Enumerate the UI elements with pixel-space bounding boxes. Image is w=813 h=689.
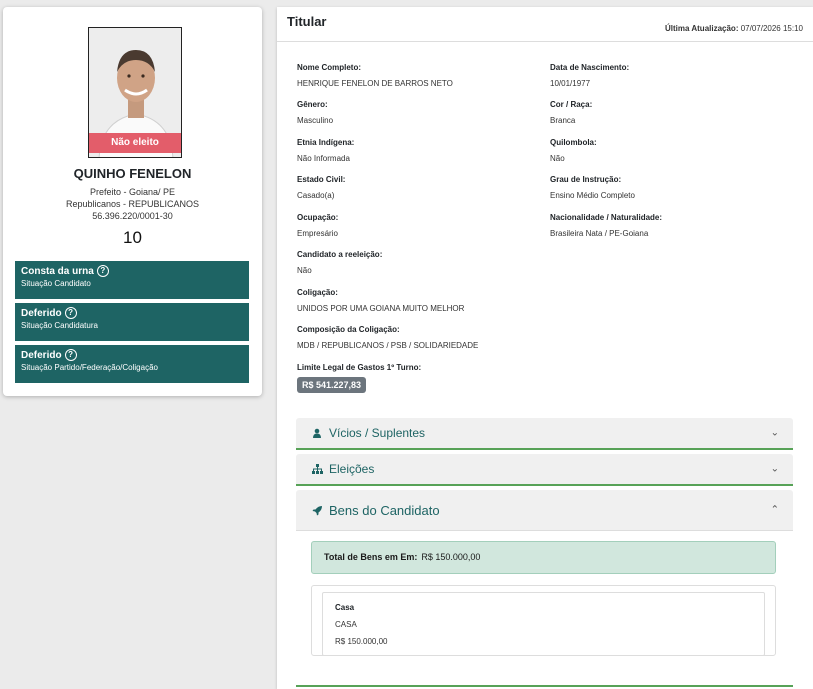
bens-body: Total de Bens em Em: R$ 150.000,00 Casa C… — [296, 531, 793, 687]
panel-header: Titular Última Atualização: 07/07/2026 1… — [277, 7, 813, 42]
field-value: Branca — [550, 116, 576, 125]
field-limite: Limite Legal de Gastos 1º Turno: R$ 541.… — [297, 362, 421, 393]
candidate-office: Prefeito - Goiana/ PE — [89, 187, 176, 197]
help-icon[interactable]: ? — [64, 307, 77, 319]
chevron-down-icon: ⌄ — [770, 463, 779, 475]
field-label: Candidato a reeleição: — [297, 250, 383, 259]
last-update-label: Última Atualização: — [664, 24, 739, 33]
field-label: Estado Civil: — [297, 175, 346, 184]
total-bens-alert: Total de Bens em Em: R$ 150.000,00 — [311, 541, 776, 574]
status-subtitle: Situação Candidatura — [21, 321, 98, 330]
field-value: Não Informada — [297, 154, 350, 163]
field-label: Cor / Raça: — [550, 100, 593, 109]
candidate-party: Republicanos - REPUBLICANOS — [65, 199, 200, 209]
total-bens-label: Total de Bens em Em: — [324, 552, 418, 562]
last-update: Última Atualização: 07/07/2026 15:10 — [665, 24, 803, 33]
candidate-photo: Não eleito — [88, 27, 182, 158]
page-title: Titular — [287, 14, 327, 29]
field-etnia: Etnia Indígena: Não Informada — [297, 137, 354, 165]
bem-value: R$ 150.000,00 — [335, 637, 388, 646]
field-nome: Nome Completo: HENRIQUE FENELON DE BARRO… — [297, 62, 453, 90]
field-label: Gênero: — [297, 100, 328, 109]
field-label: Coligação: — [297, 288, 338, 297]
sitemap-icon — [311, 463, 323, 475]
field-genero: Gênero: Masculino — [297, 99, 333, 127]
status-box-candidate: Consta da urna? Situação Candidato — [15, 261, 249, 299]
field-value: MDB / REPUBLICANOS / PSB / SOLIDARIEDADE — [297, 341, 479, 350]
field-label: Grau de Instrução: — [550, 175, 622, 184]
bem-title: Casa — [335, 603, 355, 612]
spending-limit-badge: R$ 541.227,83 — [297, 377, 367, 393]
help-icon[interactable]: ? — [96, 265, 109, 277]
chevron-down-icon: ⌄ — [770, 427, 779, 439]
status-subtitle: Situação Candidato — [21, 279, 91, 288]
field-value: UNIDOS POR UMA GOIANA MUITO MELHOR — [297, 304, 465, 313]
field-label: Etnia Indígena: — [297, 138, 355, 147]
chevron-up-icon: ⌃ — [770, 504, 779, 516]
field-label: Quilombola: — [550, 138, 597, 147]
help-icon[interactable]: ? — [64, 349, 77, 361]
field-value: Não — [297, 266, 312, 275]
field-composicao: Composição da Coligação: MDB / REPUBLICA… — [297, 324, 478, 352]
field-instrucao: Grau de Instrução: Ensino Médio Completo — [550, 174, 635, 202]
accordion-label: Bens do Candidato — [329, 502, 440, 518]
bens-list: Casa CASA R$ 150.000,00 — [311, 585, 776, 656]
candidate-card: Não eleito QUINHO FENELON Prefeito - Goi… — [3, 7, 262, 396]
accordion-label: Vícios / Suplentes — [329, 426, 426, 440]
accordion-bens[interactable]: Bens do Candidato ⌃ — [296, 490, 793, 531]
field-value: Ensino Médio Completo — [550, 191, 635, 200]
status-subtitle: Situação Partido/Federação/Coligação — [21, 363, 158, 372]
field-value: Não — [550, 154, 565, 163]
rocket-icon — [311, 504, 323, 516]
candidate-cnpj: 56.396.220/0001-30 — [92, 211, 173, 221]
field-reeleicao: Candidato a reeleição: Não — [297, 249, 382, 277]
field-coligacao: Coligação: UNIDOS POR UMA GOIANA MUITO M… — [297, 287, 464, 315]
candidate-number: 10 — [123, 228, 142, 247]
field-value: Brasileira Nata / PE-Goiana — [550, 229, 649, 238]
field-quilombola: Quilombola: Não — [550, 137, 597, 165]
list-item: Casa CASA R$ 150.000,00 — [322, 592, 765, 656]
field-nascimento: Data de Nascimento: 10/01/1977 — [550, 62, 629, 90]
field-value: HENRIQUE FENELON DE BARROS NETO — [297, 79, 453, 88]
bem-description: CASA — [335, 620, 357, 629]
total-bens-value: R$ 150.000,00 — [421, 552, 481, 562]
field-value: 10/01/1977 — [550, 79, 591, 88]
field-value: Masculino — [297, 116, 334, 125]
status-title: Deferido — [21, 307, 62, 319]
field-label: Nacionalidade / Naturalidade: — [550, 213, 663, 222]
field-value: Casado(a) — [297, 191, 335, 200]
field-nacionalidade: Nacionalidade / Naturalidade: Brasileira… — [550, 212, 662, 240]
field-label: Data de Nascimento: — [550, 63, 630, 72]
field-label: Nome Completo: — [297, 63, 361, 72]
field-label: Limite Legal de Gastos 1º Turno: — [297, 363, 422, 372]
status-title: Consta da urna — [21, 265, 94, 277]
candidate-name: QUINHO FENELON — [73, 166, 192, 181]
accordion-label: Eleições — [329, 462, 375, 476]
accordion-eleicoes[interactable]: Eleições ⌄ — [296, 454, 793, 486]
status-box-party: Deferido? Situação Partido/Federação/Col… — [15, 345, 249, 383]
status-title: Deferido — [21, 349, 62, 361]
field-label: Composição da Coligação: — [297, 325, 400, 334]
user-icon — [311, 427, 323, 439]
last-update-value: 07/07/2026 15:10 — [740, 24, 803, 33]
field-ocupacao: Ocupação: Empresário — [297, 212, 338, 240]
status-box-candidacy: Deferido? Situação Candidatura — [15, 303, 249, 341]
main-panel: Titular Última Atualização: 07/07/2026 1… — [277, 7, 813, 689]
field-value: Empresário — [297, 229, 338, 238]
field-label: Ocupação: — [297, 213, 339, 222]
field-estado-civil: Estado Civil: Casado(a) — [297, 174, 345, 202]
field-cor: Cor / Raça: Branca — [550, 99, 592, 127]
accordion-vicios[interactable]: Vícios / Suplentes ⌄ — [296, 418, 793, 450]
not-elected-ribbon: Não eleito — [89, 133, 181, 153]
